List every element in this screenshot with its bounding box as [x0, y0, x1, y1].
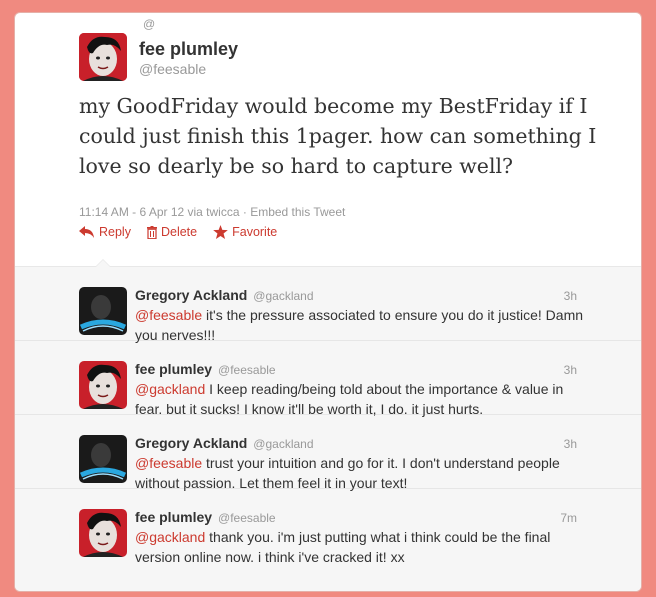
star-icon — [213, 225, 228, 239]
tweet-card: @ fee plumley @feesable my GoodFriday wo… — [14, 12, 642, 592]
author-fullname: Gregory Ackland — [135, 287, 248, 303]
caret — [95, 259, 111, 267]
list-item[interactable]: fee plumley @feesable 7m @gackland thank … — [15, 489, 641, 565]
timestamp[interactable]: 7m — [560, 511, 577, 525]
mention-link[interactable]: @gackland — [135, 529, 205, 545]
avatar[interactable] — [79, 361, 127, 409]
avatar[interactable] — [79, 435, 127, 483]
favorite-button[interactable]: Favorite — [213, 225, 277, 239]
reply-label: Reply — [99, 225, 131, 239]
user-handle[interactable]: @feesable — [139, 61, 206, 77]
list-item[interactable]: fee plumley @feesable 3h @gackland I keep… — [15, 341, 641, 417]
trash-icon — [146, 225, 157, 239]
user-name[interactable]: fee plumley — [139, 39, 238, 60]
timestamp[interactable]: 3h — [564, 289, 577, 303]
favorite-label: Favorite — [232, 225, 278, 239]
delete-label: Delete — [160, 225, 198, 239]
author-handle: @feesable — [218, 511, 276, 525]
author-handle: @feesable — [218, 363, 276, 377]
author-name[interactable]: Gregory Ackland @gackland — [135, 435, 314, 451]
replies-list: Gregory Ackland @gackland 3h @feesable it… — [15, 259, 641, 591]
tweet-meta[interactable]: 11:14 AM - 6 Apr 12 via twicca · Embed t… — [79, 205, 345, 219]
list-item[interactable]: Gregory Ackland @gackland 3h @feesable it… — [15, 267, 641, 343]
author-name[interactable]: Gregory Ackland @gackland — [135, 287, 314, 303]
timestamp[interactable]: 3h — [564, 363, 577, 377]
reply-icon — [79, 226, 94, 238]
mention-link[interactable]: @feesable — [135, 455, 202, 471]
timestamp[interactable]: 3h — [564, 437, 577, 451]
at-sign: @ — [143, 17, 156, 31]
author-handle: @gackland — [253, 437, 314, 451]
author-fullname: fee plumley — [135, 509, 213, 525]
author-name[interactable]: fee plumley @feesable — [135, 509, 276, 525]
mention-link[interactable]: @feesable — [135, 307, 202, 323]
avatar[interactable] — [79, 33, 127, 81]
author-handle: @gackland — [253, 289, 314, 303]
reply-text: @gackland I keep reading/being told abou… — [135, 379, 585, 419]
mention-link[interactable]: @gackland — [135, 381, 205, 397]
tweet-actions: Reply Delete Favorite — [79, 225, 277, 239]
reply-text: @gackland thank you. i'm just putting wh… — [135, 527, 585, 567]
avatar[interactable] — [79, 509, 127, 557]
reply-body: it's the pressure associated to ensure y… — [135, 307, 584, 343]
reply-button[interactable]: Reply — [79, 225, 131, 239]
author-fullname: fee plumley — [135, 361, 213, 377]
delete-button[interactable]: Delete — [146, 225, 198, 239]
tweet-text: my GoodFriday would become my BestFriday… — [79, 94, 597, 178]
list-item[interactable]: Gregory Ackland @gackland 3h @feesable tr… — [15, 415, 641, 491]
author-fullname: Gregory Ackland — [135, 435, 248, 451]
reply-text: @feesable it's the pressure associated t… — [135, 305, 585, 345]
avatar[interactable] — [79, 287, 127, 335]
author-name[interactable]: fee plumley @feesable — [135, 361, 276, 377]
reply-text: @feesable trust your intuition and go fo… — [135, 453, 585, 493]
